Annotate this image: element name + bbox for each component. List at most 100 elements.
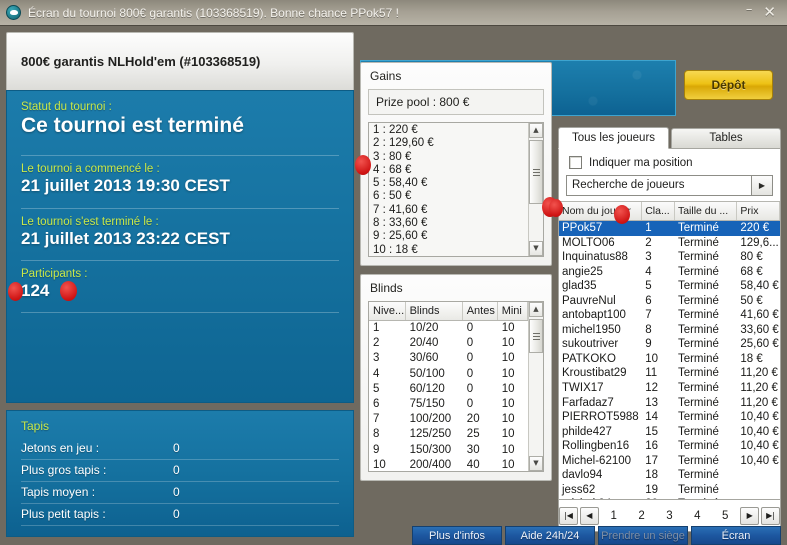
table-row[interactable]: PauvreNul 6 Terminé 50 € <box>559 294 780 309</box>
middle-column: Gains Prize pool : 800 € 1 : 220 € 2 : 1… <box>360 62 552 481</box>
table-row[interactable]: glad35 5 Terminé 58,40 € <box>559 279 780 294</box>
payout-item[interactable]: 7 : 41,60 € <box>373 204 528 217</box>
table-row[interactable]: 7 100/200 20 10 <box>369 412 528 427</box>
payout-item[interactable]: 8 : 33,60 € <box>373 217 528 230</box>
cell-rank: 5 <box>645 280 652 293</box>
table-row[interactable]: michel1950 8 Terminé 33,60 € <box>559 323 780 338</box>
checkbox-label: Indiquer ma position <box>589 156 693 169</box>
scrollbar-thumb[interactable] <box>529 140 543 204</box>
payout-item[interactable]: 4 : 68 € <box>373 164 528 177</box>
column-header-stack[interactable]: Taille du ... <box>675 202 738 220</box>
payout-item[interactable]: 6 : 50 € <box>373 190 528 203</box>
table-row[interactable]: PIERROT5988 14 Terminé 10,40 € <box>559 410 780 425</box>
table-row[interactable]: Michel-62100 17 Terminé 10,40 € <box>559 454 780 469</box>
table-row[interactable]: Kroustibat29 11 Terminé 11,20 € <box>559 366 780 381</box>
column-header-antes[interactable]: Antes <box>463 302 498 320</box>
scroll-down-icon[interactable]: ▼ <box>529 241 543 256</box>
more-info-button[interactable]: Plus d'infos <box>412 526 502 545</box>
scroll-up-icon[interactable]: ▲ <box>529 123 543 138</box>
cell-antes: 30 <box>466 443 480 456</box>
table-row[interactable]: sukoutriver 9 Terminé 25,60 € <box>559 337 780 352</box>
table-row[interactable]: 4 50/100 0 10 <box>369 367 528 382</box>
payout-item[interactable]: 2 : 129,60 € <box>373 137 528 150</box>
table-row[interactable]: 8 125/250 25 10 <box>369 427 528 442</box>
cell-blinds: 20/40 <box>409 337 439 350</box>
page-number-2[interactable]: 2 <box>629 510 655 522</box>
page-prev-icon[interactable]: ◀ <box>579 506 599 525</box>
table-row[interactable]: 10 200/400 40 10 <box>369 458 528 471</box>
page-number-5[interactable]: 5 <box>712 510 738 522</box>
table-row[interactable]: 6 75/150 0 10 <box>369 397 528 412</box>
payout-item[interactable]: 9 : 25,60 € <box>373 230 528 243</box>
payouts-listbox[interactable]: 1 : 220 € 2 : 129,60 € 3 : 80 € 4 : 68 €… <box>368 122 544 257</box>
close-icon[interactable]: ✕ <box>763 5 776 20</box>
page-next-icon[interactable]: ▶ <box>740 506 760 525</box>
column-header-rank[interactable]: Cla... <box>642 202 675 220</box>
table-row[interactable]: 3 30/60 0 10 <box>369 351 528 366</box>
checkbox-indicate-position[interactable] <box>569 156 582 169</box>
column-header-prize[interactable]: Prix <box>737 202 780 220</box>
table-row[interactable]: Rollingben16 16 Terminé 10,40 € <box>559 439 780 454</box>
cell-antes: 0 <box>466 382 474 395</box>
page-last-icon[interactable]: ▶| <box>761 506 781 525</box>
tapis-panel: Tapis Jetons en jeu : 0 Plus gros tapis … <box>6 410 354 538</box>
page-number-4[interactable]: 4 <box>684 510 710 522</box>
scrollbar-thumb[interactable] <box>529 319 543 353</box>
search-input[interactable]: Recherche de joueurs <box>566 175 751 196</box>
table-row[interactable]: davlo94 18 Terminé <box>559 468 780 483</box>
deposit-button[interactable]: Dépôt <box>684 70 773 100</box>
table-row[interactable]: 9 150/300 30 10 <box>369 443 528 458</box>
column-header-player-name[interactable]: Nom du joueur <box>559 202 643 220</box>
tab-all-players[interactable]: Tous les joueurs <box>558 127 669 149</box>
page-first-icon[interactable]: |◀ <box>558 506 578 525</box>
cell-stack: Terminé <box>677 236 719 249</box>
table-row[interactable]: Farfadaz7 13 Terminé 11,20 € <box>559 396 780 411</box>
scrollbar-track[interactable] <box>529 138 543 241</box>
help-button[interactable]: Aide 24h/24 <box>505 526 595 545</box>
cell-prize <box>737 468 780 483</box>
minimize-icon[interactable]: – <box>746 3 753 16</box>
cell-rank: 20 <box>642 497 675 499</box>
table-row[interactable]: 1 10/20 0 10 <box>369 321 528 336</box>
blinds-scrollbar[interactable]: ▲ ▼ <box>528 302 543 471</box>
workspace: 800€ garantis NLHold'em (#103368519) Sta… <box>0 26 787 545</box>
payout-item[interactable]: 5 : 58,40 € <box>373 177 528 190</box>
page-number-3[interactable]: 3 <box>657 510 683 522</box>
table-row[interactable]: jess62 19 Terminé <box>559 483 780 498</box>
scroll-up-icon[interactable]: ▲ <box>529 302 543 317</box>
table-row[interactable]: Inquinatus88 3 Terminé 80 € <box>559 250 780 265</box>
cell-prize: 10,40 € <box>740 425 779 438</box>
indicate-position-row[interactable]: Indiquer ma position <box>566 156 773 169</box>
bottom-toolbar: Plus d'infos Aide 24h/24 Prendre un sièg… <box>0 526 787 545</box>
table-row[interactable]: PATKOKO 10 Terminé 18 € <box>559 352 780 367</box>
payouts-scrollbar[interactable]: ▲ ▼ <box>528 123 543 256</box>
table-row[interactable]: MOLTO06 2 Terminé 129,6... <box>559 236 780 251</box>
table-row[interactable]: angie25 4 Terminé 68 € <box>559 265 780 280</box>
table-row[interactable]: michel.84 20 Terminé <box>559 497 780 499</box>
table-row[interactable]: TWIX17 12 Terminé 11,20 € <box>559 381 780 396</box>
tab-tables[interactable]: Tables <box>671 128 781 148</box>
scrollbar-track[interactable] <box>529 317 543 456</box>
cell-prize: 41,60 € <box>740 309 779 322</box>
cell-prize: 129,6... <box>740 236 779 249</box>
page-number-1[interactable]: 1 <box>601 510 627 522</box>
payout-item[interactable]: 1 : 220 € <box>373 124 528 137</box>
table-row[interactable]: PPok57 1 Terminé 220 € <box>559 221 780 236</box>
table-row[interactable]: 5 60/120 0 10 <box>369 382 528 397</box>
cell-rank: 3 <box>645 251 652 264</box>
cell-prize: 10,40 € <box>740 454 779 467</box>
column-header-blinds[interactable]: Blinds <box>406 302 463 320</box>
payout-item[interactable]: 10 : 18 € <box>373 244 528 256</box>
table-row[interactable]: antobapt100 7 Terminé 41,60 € <box>559 308 780 323</box>
payout-item[interactable]: 3 : 80 € <box>373 151 528 164</box>
screen-button[interactable]: Écran <box>691 526 781 545</box>
scroll-down-icon[interactable]: ▼ <box>529 456 543 471</box>
blinds-panel: Blinds Nive... Blinds Antes Mini 1 10/20… <box>360 274 552 481</box>
blinds-table[interactable]: Nive... Blinds Antes Mini 1 10/20 0 10 2… <box>368 301 544 472</box>
search-submit-icon[interactable]: ▶ <box>751 175 773 196</box>
column-header-level[interactable]: Nive... <box>369 302 406 320</box>
table-row[interactable]: philde427 15 Terminé 10,40 € <box>559 425 780 440</box>
tapis-row: Plus petit tapis : 0 <box>21 504 339 527</box>
table-row[interactable]: 2 20/40 0 10 <box>369 336 528 351</box>
column-header-mini[interactable]: Mini <box>498 302 528 320</box>
